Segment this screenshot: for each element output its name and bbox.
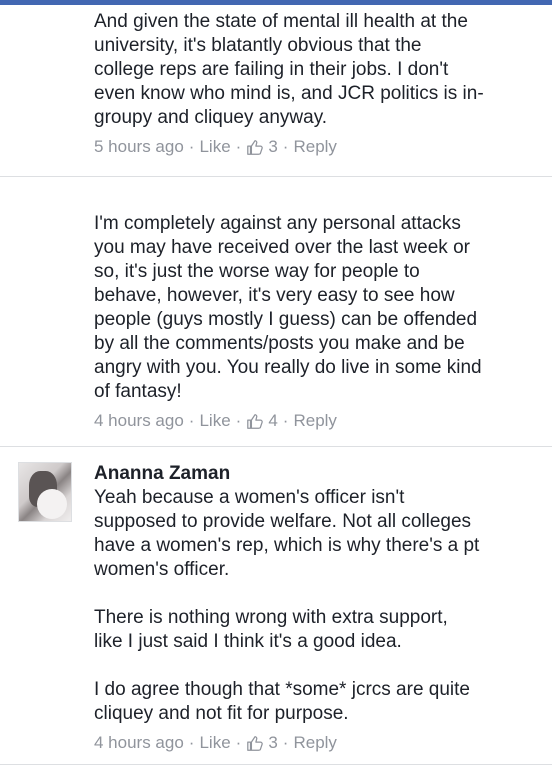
separator: · — [282, 733, 289, 752]
comment-text: And given the state of mental ill health… — [94, 11, 484, 128]
separator: · — [282, 411, 289, 430]
comment-timestamp[interactable]: 4 hours ago — [94, 410, 184, 432]
thumbs-up-icon[interactable] — [246, 138, 264, 156]
avatar[interactable] — [18, 462, 72, 522]
like-count: 3 — [268, 137, 278, 156]
comment-timestamp[interactable]: 5 hours ago — [94, 136, 184, 158]
separator: · — [188, 411, 195, 430]
comment-timestamp[interactable]: 4 hours ago — [94, 732, 184, 754]
comment-text: I'm completely against any personal atta… — [94, 213, 482, 402]
like-count: 3 — [268, 733, 278, 752]
like-count: 4 — [268, 411, 278, 430]
separator: · — [235, 137, 242, 156]
reply-link[interactable]: Reply — [293, 410, 336, 432]
separator: · — [188, 733, 195, 752]
thumbs-up-icon[interactable] — [246, 734, 264, 752]
reply-link[interactable]: Reply — [293, 136, 336, 158]
thumbs-up-icon[interactable] — [246, 412, 264, 430]
separator: · — [282, 137, 289, 156]
like-link[interactable]: Like — [199, 136, 230, 158]
top-bar — [0, 0, 552, 5]
divider — [0, 764, 552, 765]
like-link[interactable]: Like — [199, 410, 230, 432]
separator: · — [235, 411, 242, 430]
comment-meta: 4 hours ago · Like · 4 · Reply — [94, 410, 542, 432]
like-link[interactable]: Like — [199, 732, 230, 754]
separator: · — [188, 137, 195, 156]
comment-text: Yeah because a women's officer isn't sup… — [94, 487, 480, 724]
comment-meta: 4 hours ago · Like · 3 · Reply — [94, 732, 542, 754]
comment-body: And given the state of mental ill health… — [94, 10, 542, 158]
reply-link[interactable]: Reply — [293, 732, 336, 754]
avatar-highlight — [37, 489, 67, 519]
comment-body: I'm completely against any personal atta… — [94, 212, 542, 432]
divider — [0, 176, 552, 177]
separator: · — [235, 733, 242, 752]
comment-author[interactable]: Ananna Zaman — [94, 462, 542, 486]
divider — [0, 446, 552, 447]
comment-body: Ananna Zaman Yeah because a women's offi… — [94, 462, 542, 754]
comment-meta: 5 hours ago · Like · 3 · Reply — [94, 136, 542, 158]
